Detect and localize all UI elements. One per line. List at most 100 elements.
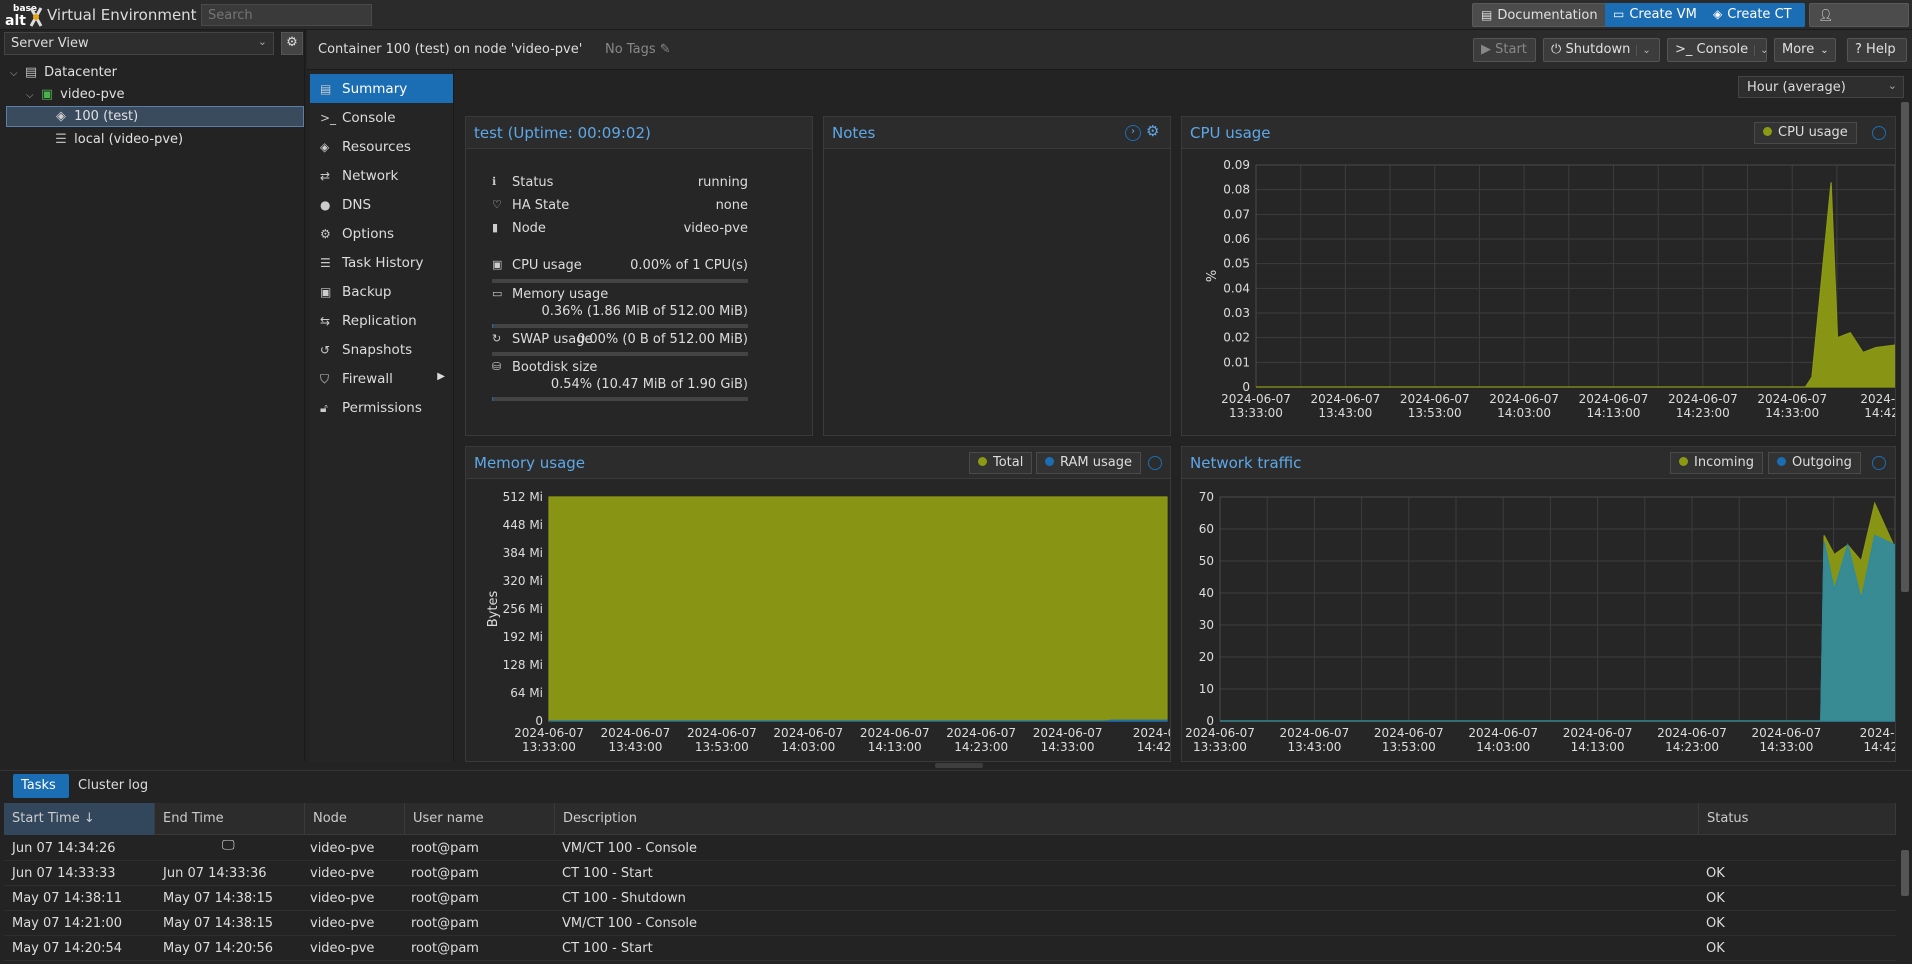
user-menu-button[interactable]: 👤︎ [1809, 3, 1909, 27]
column-description[interactable]: Description [555, 803, 1699, 835]
create-ct-button[interactable]: ◈ Create CT [1705, 3, 1805, 27]
minimize-icon[interactable] [1872, 126, 1886, 140]
collapse-arrow-icon[interactable]: ⌵ [26, 90, 38, 101]
y-tick-label: 384 Mi [503, 546, 543, 560]
table-row[interactable]: Jun 07 14:34:26 video-pve root@pam VM/CT 10… [4, 836, 1896, 861]
column-user-name[interactable]: User name [405, 803, 555, 835]
chevron-down-icon[interactable]: ⌄ [1754, 45, 1769, 56]
cell-desc: VM/CT 100 - Console [562, 916, 698, 931]
nav-item-label: Resources [342, 139, 411, 155]
minimize-icon[interactable] [1872, 456, 1886, 470]
cpu-chart-panel: CPU usage CPU usage 0 0.01 0.02 0.03 0.04 0.0… [1181, 116, 1896, 436]
nav-item-summary[interactable]: ▤ Summary [310, 74, 453, 103]
cell-desc: CT 100 - Start [562, 866, 653, 881]
x-tick-label: 13:43:00 [1287, 740, 1341, 754]
column-status[interactable]: Status [1699, 803, 1896, 835]
pencil-icon[interactable]: ✎ [660, 42, 671, 57]
series-area-total [548, 496, 1168, 722]
cpu-chart: 00.010.020.030.040.050.060.070.080.09202… [1205, 158, 1895, 420]
x-tick-label: 2024-06-07 [1033, 726, 1103, 740]
content-scrollbar[interactable] [1900, 96, 1910, 760]
scrollbar-thumb[interactable] [1901, 850, 1909, 896]
node-icon: ▣ [40, 87, 54, 102]
minimize-icon[interactable] [1148, 456, 1162, 470]
cpu-legend[interactable]: CPU usage [1754, 122, 1857, 144]
x-tick-label: 14:33:00 [1759, 740, 1813, 754]
y-tick-label: 40 [1199, 586, 1214, 600]
memory-legend-ram[interactable]: RAM usage [1036, 452, 1141, 474]
nav-item-console[interactable]: >_ Console [310, 103, 453, 132]
svg-text:alt: alt [5, 13, 26, 28]
scrollbar-thumb[interactable] [1901, 102, 1909, 592]
tree-item-container[interactable]: ◈ 100 (test) [52, 106, 138, 128]
user-icon: 👤︎ [1818, 8, 1834, 22]
console-button[interactable]: >_ Console ⌄ [1667, 38, 1769, 62]
nav-item-permissions[interactable]: 🔓︎ Permissions [310, 393, 453, 422]
more-button[interactable]: More ⌄ [1774, 38, 1836, 62]
collapse-arrow-icon[interactable]: ⌵ [10, 68, 22, 79]
cell-user: root@pam [411, 866, 479, 881]
tree-item-storage[interactable]: ☰ local (video-pve) [52, 129, 183, 151]
tags-field[interactable]: No Tags ✎ [605, 42, 671, 57]
column-node[interactable]: Node [305, 803, 405, 835]
nav-item-backup[interactable]: ▣ Backup [310, 277, 453, 306]
tree-item-datacenter[interactable]: ⌵ ▤ Datacenter [10, 62, 117, 84]
x-tick-label: 13:53:00 [1408, 406, 1462, 420]
help-circle-icon[interactable]: › [1125, 125, 1141, 141]
cell-start: Jun 07 14:34:26 [12, 841, 116, 856]
tree-item-node[interactable]: ⌵ ▣ video-pve [26, 84, 125, 106]
x-tick-label: 2024-06-07 [1280, 726, 1350, 740]
x-tick-label: 2024-06-07 [601, 726, 671, 740]
chevron-down-icon[interactable]: ⌄ [1636, 45, 1651, 56]
gear-icon[interactable]: ⚙ [1146, 122, 1159, 140]
y-tick-label: 0.09 [1223, 158, 1250, 172]
network-legend-outgoing[interactable]: Outgoing [1768, 452, 1861, 474]
cell-node: video-pve [310, 866, 375, 881]
nav-item-dns[interactable]: ● DNS [310, 190, 453, 219]
documentation-button[interactable]: ▤ Documentation [1472, 3, 1610, 27]
chip-icon: ▣ [492, 258, 503, 271]
start-button[interactable]: ▶ Start [1473, 38, 1536, 62]
nav-item-firewall[interactable]: ⛉ Firewall ▶ [310, 364, 453, 393]
shutdown-button[interactable]: ⏻ Shutdown ⌄ [1543, 38, 1660, 62]
notes-panel: Notes › ⚙ [823, 116, 1171, 436]
nav-item-task-history[interactable]: ☰ Task History [310, 248, 453, 277]
datacenter-icon: ▤ [24, 65, 38, 80]
nav-item-options[interactable]: ⚙ Options [310, 219, 453, 248]
table-row[interactable]: May 07 14:20:54 May 07 14:20:56 video-pve r… [4, 936, 1896, 961]
table-row[interactable]: May 07 14:38:11 May 07 14:38:15 video-pve r… [4, 886, 1896, 911]
create-vm-button[interactable]: ▭ Create VM [1605, 3, 1707, 27]
x-tick-label: 2024-06-07 [1757, 392, 1827, 406]
tasks-scrollbar[interactable] [1900, 836, 1910, 964]
panel-splitter[interactable] [935, 763, 983, 768]
tree-settings-button[interactable]: ⚙ [281, 32, 303, 55]
table-row[interactable]: Jun 07 14:33:33 Jun 07 14:33:36 video-pve r… [4, 861, 1896, 886]
y-tick-label: 0.07 [1223, 207, 1250, 221]
column-start-time[interactable]: Start Time ↓ [4, 803, 155, 835]
timeframe-selector[interactable]: Hour (average) ⌄ [1738, 76, 1904, 98]
nav-item-resources[interactable]: ◈ Resources [310, 132, 453, 161]
table-row[interactable]: May 07 14:21:00 May 07 14:38:15 video-pve r… [4, 911, 1896, 936]
network-legend-incoming[interactable]: Incoming [1670, 452, 1763, 474]
tab-cluster-log[interactable]: Cluster log [78, 778, 148, 793]
x-tick-label: 2024-06-07 [1752, 726, 1822, 740]
view-selector[interactable]: Server View ⌄ [4, 32, 274, 55]
desktop-icon: ▭ [1613, 7, 1625, 21]
help-button[interactable]: ? Help [1847, 38, 1907, 62]
nav-item-network[interactable]: ⇄ Network [310, 161, 453, 190]
book-icon: ▤ [1481, 8, 1493, 22]
x-tick-label: 2024-06-07 [514, 726, 584, 740]
x-tick-label: 2024-06-07 [1668, 392, 1738, 406]
shield-icon: ⛉ [320, 372, 330, 386]
x-tick-label: 2024-06-07 [1657, 726, 1727, 740]
memory-legend-total[interactable]: Total [969, 452, 1033, 474]
cell-user: root@pam [411, 891, 479, 906]
y-tick-label: 10 [1199, 682, 1214, 696]
nav-item-snapshots[interactable]: ↺ Snapshots [310, 335, 453, 364]
tab-tasks[interactable]: Tasks [13, 774, 69, 798]
cell-status: OK [1706, 916, 1725, 931]
column-end-time[interactable]: End Time [155, 803, 305, 835]
search-input[interactable] [201, 4, 372, 26]
nav-item-replication[interactable]: ⇆ Replication [310, 306, 453, 335]
cell-start: May 07 14:38:11 [12, 891, 123, 906]
